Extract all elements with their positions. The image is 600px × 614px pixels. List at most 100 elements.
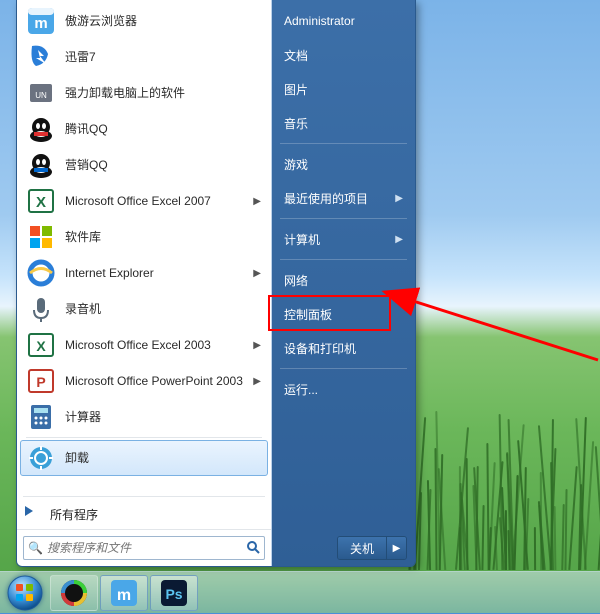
start-menu-left-panel: m 傲游云浏览器迅雷7 UN 强力卸载电脑上的软件腾讯QQ 营销QQ X Microsoft… (17, 0, 272, 566)
shutdown-label: 关机 (350, 540, 374, 557)
rightpanel-item[interactable]: 最近使用的项目▶ (272, 181, 415, 215)
qq-blue-icon (25, 149, 57, 181)
svg-text:UN: UN (35, 91, 47, 100)
rightpanel-item[interactable]: 设备和打印机 (272, 331, 415, 365)
rightpanel-label: 文档 (284, 47, 403, 64)
maxthon-icon: m (25, 5, 57, 37)
submenu-arrow-icon: ▶ (395, 193, 403, 204)
rightpanel-label: 网络 (284, 272, 403, 289)
submenu-arrow-icon: ▶ (253, 268, 261, 279)
rightpanel-label: 运行... (284, 381, 403, 398)
program-item-recorder[interactable]: 录音机 (20, 291, 268, 327)
search-row: 🔍 (17, 529, 271, 566)
program-label: Microsoft Office Excel 2003 (65, 338, 253, 352)
program-label: Microsoft Office Excel 2007 (65, 194, 253, 208)
excel2003-icon: X (25, 329, 57, 361)
rightpanel-label: Administrator (284, 14, 403, 28)
swirl-icon (59, 578, 89, 608)
svg-text:m: m (117, 587, 131, 604)
maxthon-sq-icon: m (109, 578, 139, 608)
program-label: Internet Explorer (65, 266, 253, 280)
start-menu: m 傲游云浏览器迅雷7 UN 强力卸载电脑上的软件腾讯QQ 营销QQ X Microsoft… (16, 0, 416, 567)
softlib-icon (25, 221, 57, 253)
separator (280, 368, 407, 369)
program-label: 营销QQ (65, 158, 263, 172)
rightpanel-item[interactable]: 图片 (272, 72, 415, 106)
rightpanel-label: 控制面板 (284, 306, 403, 323)
submenu-arrow-icon: ▶ (253, 376, 261, 387)
program-item-ie[interactable]: Internet Explorer▶ (20, 255, 268, 291)
svg-text:P: P (36, 374, 45, 390)
program-label: 卸载 (65, 451, 263, 465)
rightpanel-item[interactable]: 网络 (272, 263, 415, 297)
start-menu-right-panel: Administrator文档图片音乐游戏最近使用的项目▶计算机▶网络控制面板设… (272, 0, 415, 566)
program-list: m 傲游云浏览器迅雷7 UN 强力卸载电脑上的软件腾讯QQ 营销QQ X Microsoft… (17, 0, 271, 494)
all-programs-button[interactable]: 所有程序 (17, 499, 271, 529)
all-programs-label: 所有程序 (50, 506, 98, 523)
program-label: 傲游云浏览器 (65, 14, 263, 28)
rightpanel-item[interactable]: 运行... (272, 372, 415, 406)
rightpanel-label: 最近使用的项目 (284, 190, 395, 207)
shutdown-button[interactable]: 关机 (338, 537, 386, 559)
rightpanel-item[interactable]: 控制面板 (272, 297, 415, 331)
program-label: 腾讯QQ (65, 122, 263, 136)
taskbar: m Ps (0, 571, 600, 613)
taskbar-button-photoshop-app[interactable]: Ps (150, 575, 198, 611)
shutdown-group: 关机 ▶ (337, 536, 407, 560)
rightpanel-item[interactable]: 计算机▶ (272, 222, 415, 256)
program-item-ppt2003[interactable]: P Microsoft Office PowerPoint 2003▶ (20, 363, 268, 399)
wallpaper-grass (405, 370, 600, 570)
svg-text:Ps: Ps (165, 586, 182, 602)
rightpanel-item[interactable]: 文档 (272, 38, 415, 72)
taskbar-button-maxthon-app[interactable]: m (100, 575, 148, 611)
submenu-arrow-icon: ▶ (253, 196, 261, 207)
program-label: Microsoft Office PowerPoint 2003 (65, 374, 253, 388)
uninstall-gear-icon (25, 442, 57, 474)
svg-text:m: m (34, 15, 47, 32)
qq-icon (25, 113, 57, 145)
rightpanel-label: 设备和打印机 (284, 340, 403, 357)
calc-icon (25, 401, 57, 433)
program-item-softlib[interactable]: 软件库 (20, 219, 268, 255)
rightpanel-item[interactable]: Administrator (272, 4, 415, 38)
taskbar-buttons: m Ps (48, 575, 198, 611)
program-item-calc[interactable]: 计算器 (20, 399, 268, 435)
rightpanel-label: 计算机 (284, 231, 395, 248)
program-item-thunder[interactable]: 迅雷7 (20, 39, 268, 75)
excel2007-icon: X (25, 185, 57, 217)
program-item-uninstall[interactable]: UN 强力卸载电脑上的软件 (20, 75, 268, 111)
program-label: 强力卸载电脑上的软件 (65, 86, 263, 100)
rightpanel-label: 图片 (284, 81, 403, 98)
program-label: 软件库 (65, 230, 263, 244)
search-input[interactable] (47, 541, 240, 555)
start-orb[interactable] (4, 572, 46, 614)
program-label: 迅雷7 (65, 50, 263, 64)
search-box[interactable]: 🔍 (23, 536, 265, 560)
separator (280, 143, 407, 144)
program-item-excel2007[interactable]: X Microsoft Office Excel 2007▶ (20, 183, 268, 219)
program-item-qq-blue[interactable]: 营销QQ (20, 147, 268, 183)
ppt2003-icon: P (25, 365, 57, 397)
program-item-qq[interactable]: 腾讯QQ (20, 111, 268, 147)
rightpanel-item[interactable]: 音乐 (272, 106, 415, 140)
program-item-maxthon[interactable]: m 傲游云浏览器 (20, 3, 268, 39)
program-label: 录音机 (65, 302, 263, 316)
rightpanel-item[interactable]: 游戏 (272, 147, 415, 181)
submenu-arrow-icon: ▶ (395, 234, 403, 245)
separator (280, 218, 407, 219)
shutdown-options-button[interactable]: ▶ (386, 537, 406, 559)
program-item-excel2003[interactable]: XMicrosoft Office Excel 2003▶ (20, 327, 268, 363)
rightpanel-label: 游戏 (284, 156, 403, 173)
separator (280, 259, 407, 260)
program-item-uninstall-gear[interactable]: 卸载 (20, 440, 268, 476)
thunder-icon (25, 41, 57, 73)
svg-text:X: X (36, 338, 46, 354)
ie-icon (25, 257, 57, 289)
search-icon[interactable] (240, 540, 260, 557)
arrow-right-icon (22, 504, 42, 524)
program-label: 计算器 (65, 410, 263, 424)
ps-icon: Ps (159, 578, 189, 608)
search-icon-left: 🔍 (28, 541, 43, 555)
separator (23, 496, 265, 497)
taskbar-button-swirl-app[interactable] (50, 575, 98, 611)
